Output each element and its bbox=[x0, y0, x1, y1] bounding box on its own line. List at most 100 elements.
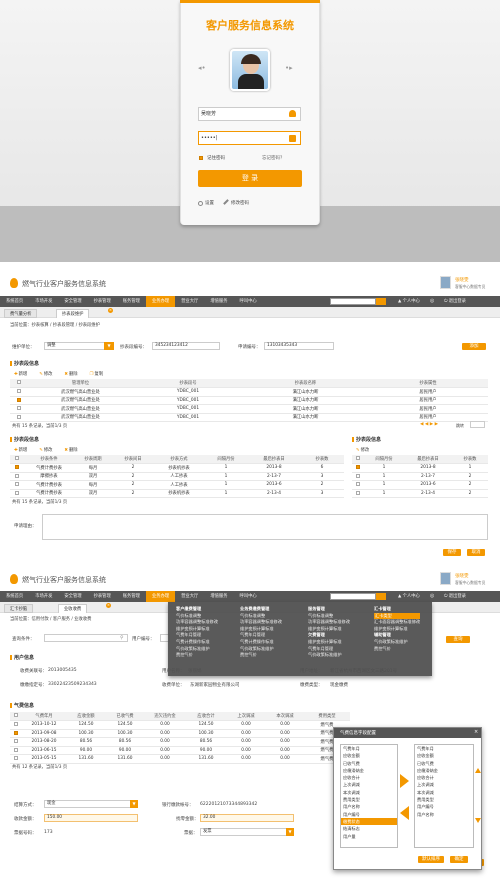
move-left-arrow-icon[interactable] bbox=[400, 806, 409, 820]
mega-menu-item[interactable]: 功率容器调整标准修改 bbox=[240, 619, 282, 626]
pager-arrows[interactable]: ◀ ◀ ▶ ▶ bbox=[420, 422, 438, 427]
available-field-item[interactable]: 上次调减 bbox=[341, 781, 397, 788]
mega-menu-item[interactable]: 气费计费操作标准 bbox=[240, 639, 282, 646]
available-field-item[interactable]: 本次调减 bbox=[341, 789, 397, 796]
available-field-item[interactable]: 用户名称 bbox=[341, 803, 397, 810]
row-checkbox[interactable] bbox=[15, 465, 19, 469]
table-row[interactable]: 2013-06-15 90.00 90.00 0.00 90.00 0.00 0.00 燃气费 bbox=[10, 746, 350, 755]
row-checkbox[interactable] bbox=[17, 397, 21, 402]
move-up-arrow-icon[interactable] bbox=[475, 768, 481, 773]
selected-field-item[interactable]: 用户名称 bbox=[415, 811, 473, 818]
row-checkbox[interactable] bbox=[17, 389, 21, 393]
available-field-item[interactable]: 用户编号 bbox=[341, 811, 397, 818]
mega-menu-item[interactable]: 功率容器调整标准修改 bbox=[176, 619, 218, 626]
toolbar-button-1[interactable]: ✎修改 bbox=[39, 448, 58, 453]
toolbar-button-2[interactable]: ✖删除 bbox=[64, 372, 83, 377]
nav-item-7[interactable]: 增值服务 bbox=[204, 296, 233, 307]
row-checkbox[interactable] bbox=[15, 473, 19, 478]
next-avatar-arrow-icon[interactable]: •▸ bbox=[285, 64, 293, 72]
add-button[interactable]: 添加 bbox=[462, 343, 486, 350]
row-checkbox[interactable] bbox=[356, 473, 360, 478]
nav-item-7[interactable]: 增值服务 bbox=[204, 591, 233, 602]
table-row[interactable]: 2013-05-15 131.60 131.60 0.00 131.60 0.00 0.00… bbox=[10, 754, 350, 764]
row-checkbox[interactable] bbox=[356, 490, 360, 495]
row-checkbox[interactable] bbox=[17, 406, 21, 410]
selected-field-item[interactable]: 费用类型 bbox=[415, 796, 473, 803]
settings-link[interactable]: 设置 bbox=[205, 200, 214, 206]
nav-search-input[interactable] bbox=[330, 298, 376, 305]
table-row[interactable]: 2013-10-12 124.50 124.50 0.00 124.50 0.00 0.00… bbox=[10, 720, 350, 730]
row-checkbox[interactable] bbox=[15, 482, 19, 486]
close-tab-icon[interactable]: × bbox=[108, 308, 113, 313]
row-checkbox[interactable] bbox=[14, 756, 18, 760]
selected-field-item[interactable]: 应缴滞纳金 bbox=[415, 767, 473, 774]
table-row[interactable]: 1 2-13-4 2 bbox=[352, 489, 488, 498]
table-row[interactable]: 2013-09-08 100.30 100.30 0.00 100.30 0.00 0.00… bbox=[10, 729, 350, 738]
tab-card[interactable]: 汇卡抄脑 bbox=[4, 604, 34, 613]
nav-item-3[interactable]: 抄表管理 bbox=[88, 591, 117, 602]
remember-checkbox[interactable] bbox=[199, 156, 203, 160]
table-row[interactable]: 2013-08-20 80.56 80.56 0.00 80.56 0.00 0.00 燃气费 bbox=[10, 737, 350, 747]
nav-item-0[interactable]: 系统首页 bbox=[0, 296, 29, 307]
mega-menu-item[interactable]: 费控气价 bbox=[374, 646, 420, 653]
personal-center-link[interactable]: ▲ 个人中心 bbox=[398, 296, 420, 307]
search-icon[interactable]: ⚲ bbox=[120, 635, 124, 641]
username-field[interactable]: 吴晓芳 bbox=[198, 107, 301, 121]
chevron-down-icon[interactable]: ▼ bbox=[130, 800, 138, 808]
change-input[interactable]: 32.00 bbox=[200, 814, 294, 822]
select-all-checkbox[interactable] bbox=[356, 456, 360, 461]
nav-search-input[interactable] bbox=[330, 593, 376, 600]
dialog-ok-button[interactable]: 确定 bbox=[450, 856, 468, 863]
change-password-link[interactable]: 修改密码 bbox=[231, 200, 249, 206]
nav-item-1[interactable]: 市场开发 bbox=[29, 591, 58, 602]
row-checkbox[interactable] bbox=[15, 490, 19, 495]
selected-field-item[interactable]: 应收合计 bbox=[415, 774, 473, 781]
select-all-checkbox[interactable] bbox=[14, 713, 18, 718]
nav-item-4[interactable]: 账务管理 bbox=[117, 591, 146, 602]
nav-item-8[interactable]: 呼叫中心 bbox=[234, 296, 263, 307]
row-checkbox[interactable] bbox=[14, 739, 18, 743]
table-row[interactable]: 武汉燃气高山营业处 YDBC_001 满江山水力断 居民用户 bbox=[10, 404, 488, 414]
toolbar-button-0[interactable]: ✚新增 bbox=[14, 448, 33, 453]
settings-icon[interactable]: ◎ bbox=[430, 296, 434, 307]
table-row[interactable]: 气费计费抄表 每月 2 人工抄表 1 2013-6 2 bbox=[10, 480, 344, 490]
close-tab-icon[interactable]: × bbox=[106, 603, 111, 608]
apply-no-input[interactable]: 13103435343 bbox=[264, 342, 334, 350]
book-no-input[interactable]: 345234123412 bbox=[152, 342, 220, 350]
nav-item-3[interactable]: 抄表管理 bbox=[88, 296, 117, 307]
selected-field-item[interactable]: 用户编号 bbox=[415, 803, 473, 810]
table-row[interactable]: 1 2-13-7 2 bbox=[352, 472, 488, 481]
move-right-arrow-icon[interactable] bbox=[400, 774, 409, 788]
logout-link[interactable]: ⏻ 退出登录 bbox=[444, 591, 466, 602]
query-button[interactable]: 查询 bbox=[446, 636, 470, 643]
apply-reason-textarea[interactable] bbox=[42, 514, 488, 540]
cancel-button[interactable]: 取消 bbox=[467, 549, 485, 556]
table-row[interactable]: 气费计费抄表 每月 2 抄表机抄表 1 2013-8 6 bbox=[10, 463, 344, 473]
logout-link[interactable]: ⏻ 退出登录 bbox=[444, 296, 466, 307]
mega-menu-item[interactable]: 气费年月管理 bbox=[240, 632, 282, 639]
selected-field-item[interactable]: 上次调减 bbox=[415, 781, 473, 788]
settle-method-select[interactable]: 现金 bbox=[44, 800, 138, 808]
nav-item-1[interactable]: 市场开发 bbox=[29, 296, 58, 307]
ticket-select[interactable]: 发票 bbox=[200, 828, 294, 836]
row-checkbox[interactable] bbox=[14, 722, 18, 726]
tab-gas-analysis[interactable]: 费气量分析 bbox=[4, 309, 38, 318]
mega-menu-item[interactable]: 气费计费操作标准 bbox=[176, 639, 218, 646]
nav-item-2[interactable]: 安全管理 bbox=[58, 296, 87, 307]
mega-menu-item[interactable]: 气费年月管理 bbox=[176, 632, 218, 639]
toolbar-button-3[interactable]: ❐复制 bbox=[90, 372, 109, 377]
available-field-item[interactable]: 费用类型 bbox=[341, 796, 397, 803]
nav-item-5[interactable]: 业务办理 bbox=[145, 591, 176, 602]
paid-input[interactable]: 150.00 bbox=[44, 814, 138, 822]
table-row[interactable]: 1 2013-6 2 bbox=[352, 480, 488, 490]
table-row[interactable]: 气费计费抄表 双月 2 抄表机抄表 1 2-13-4 3 bbox=[10, 489, 344, 498]
mega-menu-item[interactable]: 费控气价 bbox=[176, 652, 218, 659]
available-field-item[interactable]: 应收金额 bbox=[341, 752, 397, 759]
available-field-item[interactable]: 应缴滞纳金 bbox=[341, 767, 397, 774]
table-row[interactable]: 武汉燃气高山营业处 YDBC_001 满江山水力断 居民用户 bbox=[10, 396, 488, 405]
selected-field-item[interactable]: 本次调减 bbox=[415, 789, 473, 796]
nav-item-6[interactable]: 营业大厅 bbox=[175, 296, 204, 307]
default-sort-button[interactable]: 默认排序 bbox=[418, 856, 444, 863]
save-button[interactable]: 保存 bbox=[443, 549, 461, 556]
mega-menu-item[interactable]: 费控气价 bbox=[240, 652, 282, 659]
